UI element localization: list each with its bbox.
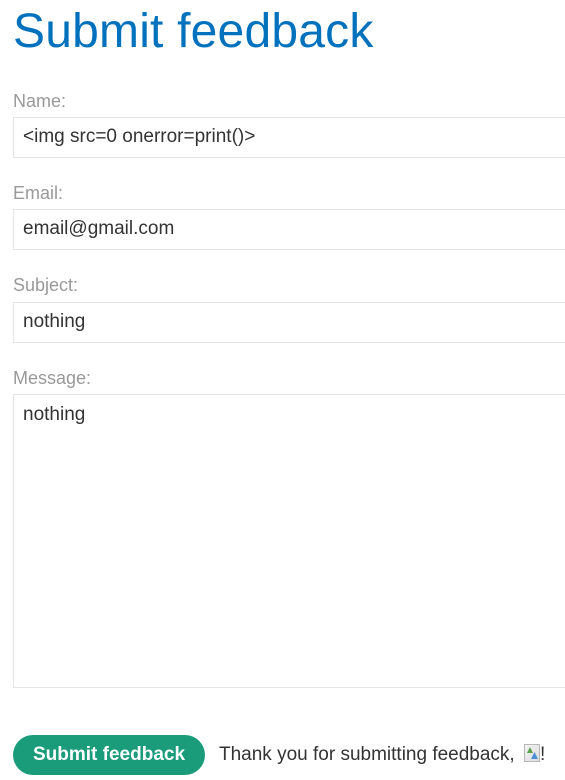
confirmation-message: Thank you for submitting feedback, !	[219, 743, 545, 767]
broken-image-icon	[524, 744, 540, 762]
name-label: Name:	[13, 91, 67, 111]
confirmation-suffix: !	[540, 744, 546, 765]
email-label: Email:	[13, 183, 64, 203]
message-textarea[interactable]: nothing	[13, 394, 565, 688]
submit-feedback-button[interactable]: Submit feedback	[13, 735, 206, 775]
subject-label: Subject:	[13, 275, 79, 295]
feedback-page: Submit feedback Name: <img src=0 onerror…	[0, 0, 565, 780]
message-label: Message:	[13, 368, 92, 388]
subject-input[interactable]: nothing	[13, 302, 565, 343]
email-input[interactable]: email@gmail.com	[13, 209, 565, 250]
confirmation-text: Thank you for submitting feedback,	[219, 744, 520, 765]
name-input[interactable]: <img src=0 onerror=print()>	[13, 117, 565, 158]
page-title: Submit feedback	[13, 5, 374, 58]
